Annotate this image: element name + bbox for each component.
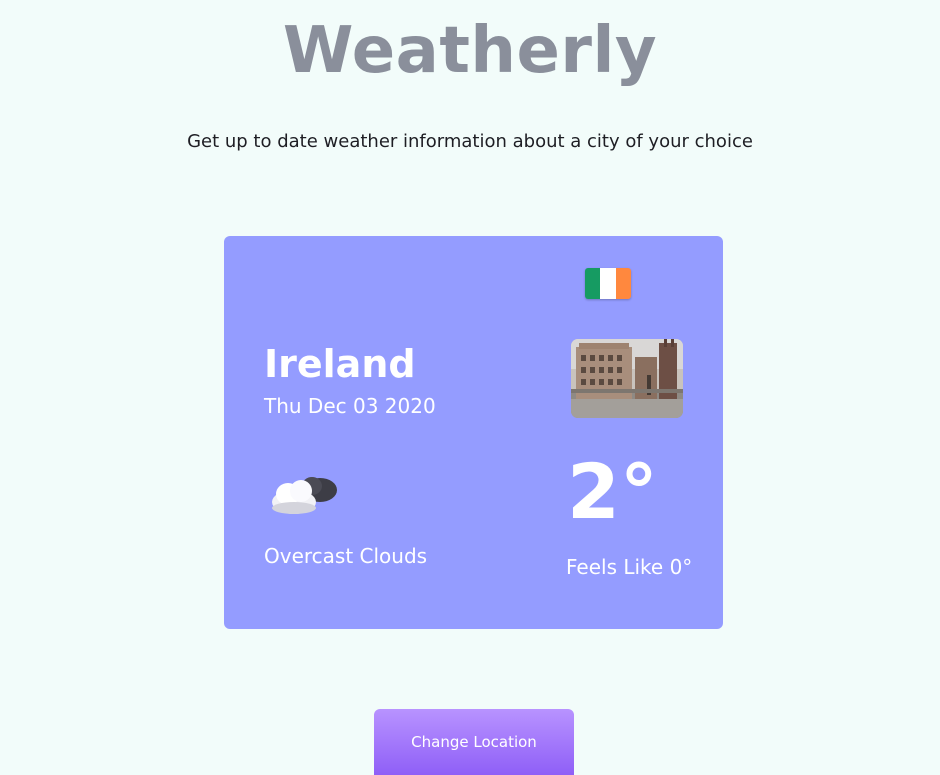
ireland-flag-icon bbox=[585, 268, 631, 299]
weather-description: Overcast Clouds bbox=[264, 544, 428, 568]
change-location-button[interactable]: Change Location bbox=[374, 709, 574, 775]
current-date: Thu Dec 03 2020 bbox=[264, 394, 436, 418]
weather-card: Ireland Thu Dec 03 2020 Overcast Clouds … bbox=[224, 236, 723, 629]
cloud-icon bbox=[268, 470, 342, 516]
app-title: Weatherly bbox=[282, 14, 658, 88]
weatherly-page: Weatherly Get up to date weather informa… bbox=[0, 0, 940, 775]
location-name: Ireland bbox=[264, 342, 416, 386]
city-photo bbox=[571, 339, 683, 418]
temperature-value: 2° bbox=[567, 447, 658, 536]
app-tagline: Get up to date weather information about… bbox=[187, 131, 753, 152]
feels-like-value: Feels Like 0° bbox=[566, 555, 693, 579]
